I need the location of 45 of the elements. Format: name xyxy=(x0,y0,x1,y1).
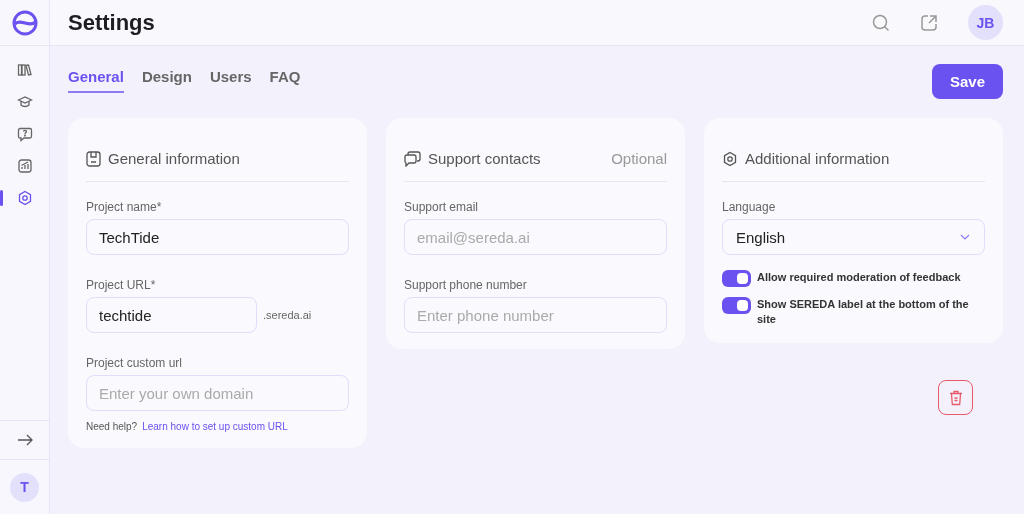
arrow-right-icon[interactable] xyxy=(16,434,33,446)
help-link[interactable]: Learn how to set up custom URL xyxy=(142,421,288,432)
project-url-field[interactable]: techtide xyxy=(86,297,257,333)
optional-label: Optional xyxy=(611,150,667,167)
language-dropdown[interactable]: English xyxy=(722,219,985,255)
support-email-field[interactable]: email@sereda.ai xyxy=(404,219,667,255)
hexagon-gear-icon xyxy=(16,190,33,206)
support-phone-field[interactable]: Enter phone number xyxy=(404,297,667,333)
field-label: Support email xyxy=(404,200,480,214)
toggle-label: Allow required moderation of feedback xyxy=(757,270,961,285)
field-label: Project name* xyxy=(86,200,163,214)
tab[interactable]: Design xyxy=(141,68,192,93)
card-title: Additional information xyxy=(745,150,890,167)
field-label: Language xyxy=(722,200,777,214)
help-text: Need help? xyxy=(86,421,138,432)
domain-suffix: .sereda.ai xyxy=(263,309,312,321)
books-icon xyxy=(16,62,33,78)
tab[interactable]: Users xyxy=(209,68,252,93)
card-title: Support contacts xyxy=(428,150,541,167)
field-label: Support phone number xyxy=(404,278,528,292)
tab[interactable]: General xyxy=(68,68,124,93)
chat-bubbles-icon xyxy=(404,150,421,167)
tab[interactable]: FAQ xyxy=(269,68,301,93)
delete-button[interactable] xyxy=(938,380,973,415)
hexagon-gear-icon xyxy=(722,150,738,167)
graduation-cap-icon xyxy=(16,94,33,110)
toggle-switch[interactable] xyxy=(722,270,751,287)
save-button[interactable]: Save xyxy=(932,64,1003,99)
page-title: Settings xyxy=(68,9,155,36)
question-bubble-icon xyxy=(16,126,33,142)
logo-icon xyxy=(11,9,38,36)
card-title: General information xyxy=(108,150,240,167)
toggle-label: Show SEREDA label at the bottom of the site xyxy=(757,297,970,327)
chevron-down-icon xyxy=(960,234,970,240)
search-icon[interactable] xyxy=(872,13,890,32)
project-name-field[interactable]: TechTide xyxy=(86,219,349,255)
toggle-switch[interactable] xyxy=(722,297,751,314)
custom-url-field[interactable]: Enter your own domain xyxy=(86,375,349,411)
trash-icon xyxy=(948,389,963,406)
external-link-icon[interactable] xyxy=(920,13,938,32)
field-label: Project custom url xyxy=(86,356,184,370)
field-label: Project URL* xyxy=(86,278,157,292)
user-avatar[interactable]: T xyxy=(10,472,39,502)
user-avatar[interactable]: JB xyxy=(968,5,1003,40)
chart-icon xyxy=(16,158,33,174)
